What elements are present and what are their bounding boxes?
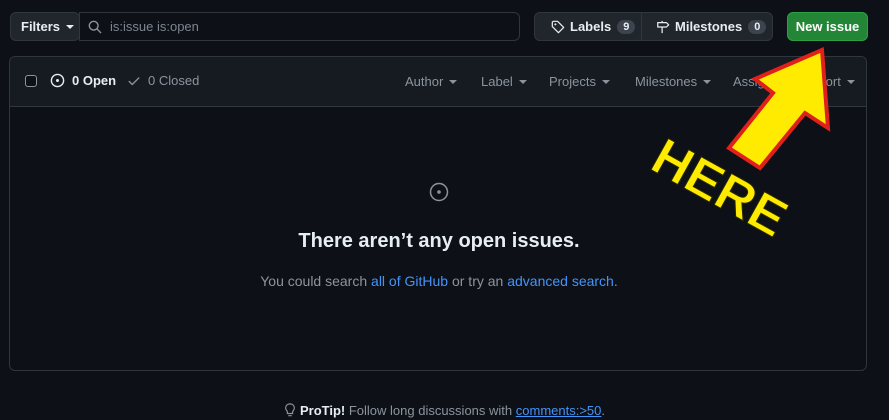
labels-button[interactable]: Labels 9	[534, 12, 642, 41]
labels-count-badge: 9	[617, 19, 636, 34]
assignee-filter-label: Assignee	[733, 74, 787, 89]
milestones-count-badge: 0	[748, 19, 767, 34]
chevron-down-icon	[449, 79, 458, 84]
issue-opened-icon	[50, 73, 65, 88]
label-filter-label: Label	[481, 74, 513, 89]
all-of-github-link[interactable]: all of GitHub	[371, 273, 448, 289]
protip: ProTip! Follow long discussions with com…	[0, 403, 889, 418]
author-filter[interactable]: Author	[405, 74, 458, 89]
issues-list: 0 Open 0 Closed Author Label Projects Mi…	[9, 56, 867, 371]
select-all-checkbox[interactable]	[25, 75, 37, 87]
projects-filter-label: Projects	[549, 74, 596, 89]
labels-label: Labels	[570, 19, 612, 34]
issue-opened-icon	[429, 182, 449, 202]
chevron-down-icon	[792, 79, 801, 84]
new-issue-label: New issue	[795, 19, 860, 34]
desc-suffix: .	[613, 273, 618, 289]
protip-suffix: .	[601, 403, 606, 418]
tag-icon	[551, 20, 565, 33]
label-filter[interactable]: Label	[481, 74, 527, 89]
issues-list-header: 0 Open 0 Closed Author Label Projects Mi…	[10, 57, 866, 107]
advanced-search-link[interactable]: advanced search	[507, 273, 614, 289]
empty-state-title: There aren’t any open issues.	[298, 230, 580, 252]
search-input[interactable]	[108, 18, 492, 35]
open-issues-tab[interactable]: 0 Open	[50, 73, 116, 88]
closed-issues-tab[interactable]: 0 Closed	[127, 73, 199, 88]
milestones-filter-label: Milestones	[635, 74, 698, 89]
check-icon	[128, 76, 140, 85]
open-issues-label: 0 Open	[72, 73, 117, 88]
chevron-down-icon	[518, 79, 527, 84]
milestones-filter[interactable]: Milestones	[635, 74, 712, 89]
author-filter-label: Author	[405, 74, 444, 89]
projects-filter[interactable]: Projects	[549, 74, 610, 89]
assignee-filter[interactable]: Assignee	[733, 74, 801, 89]
sort-filter[interactable]: Sort	[817, 74, 855, 89]
closed-issues-label: 0 Closed	[148, 73, 200, 88]
new-issue-button[interactable]: New issue	[787, 12, 868, 41]
protip-label: ProTip!	[299, 403, 346, 418]
sort-filter-label: Sort	[817, 74, 841, 89]
comments-filter-link[interactable]: comments:>50	[516, 403, 602, 418]
desc-middle: or try an	[448, 273, 508, 289]
search-icon	[88, 20, 102, 33]
milestones-label: Milestones	[675, 19, 743, 34]
chevron-down-icon	[66, 24, 75, 29]
lightbulb-icon	[285, 403, 295, 417]
desc-prefix: You could search	[260, 273, 372, 289]
milestone-icon	[657, 20, 670, 33]
search-field[interactable]	[79, 12, 520, 41]
chevron-down-icon	[703, 79, 712, 84]
empty-state-description: You could search all of GitHub or try an…	[10, 273, 868, 289]
chevron-down-icon	[846, 79, 855, 84]
milestones-button[interactable]: Milestones 0	[641, 12, 773, 41]
filters-label: Filters	[21, 19, 61, 34]
chevron-down-icon	[601, 79, 610, 84]
protip-text: Follow long discussions with	[345, 403, 516, 418]
filters-button[interactable]: Filters	[10, 12, 80, 41]
